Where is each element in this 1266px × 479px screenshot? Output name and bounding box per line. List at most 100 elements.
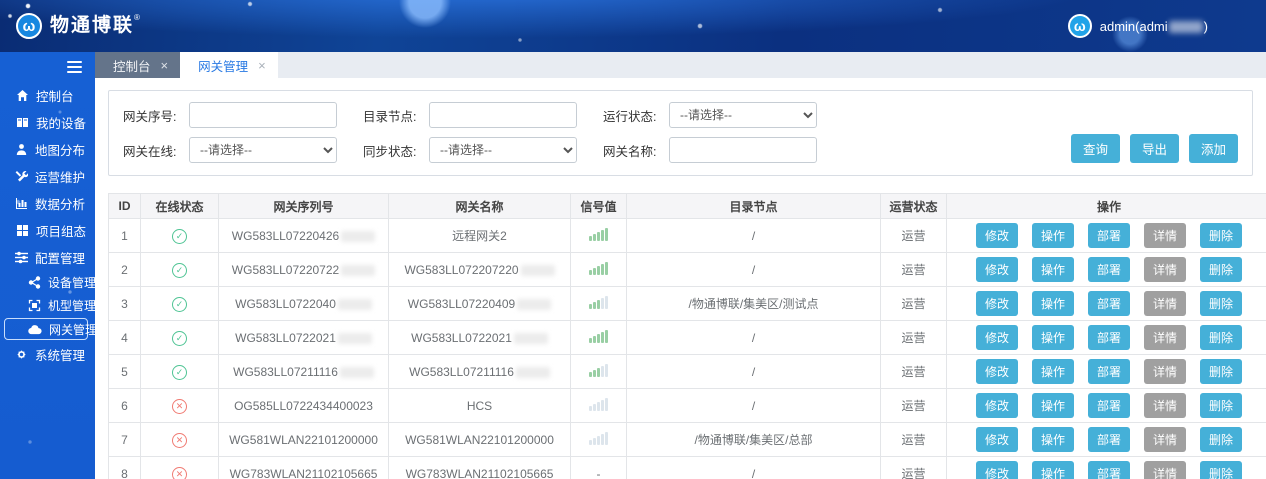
delete-button[interactable]: 删除 — [1200, 325, 1242, 350]
detail-button[interactable]: 详情 — [1144, 223, 1186, 248]
close-icon[interactable]: × — [258, 59, 266, 72]
sidebar-item-project[interactable]: 项目组态 — [0, 217, 95, 244]
deploy-button[interactable]: 部署 — [1088, 461, 1130, 479]
delete-button[interactable]: 删除 — [1200, 393, 1242, 418]
sidebar-item-config[interactable]: 配置管理‹ — [0, 244, 95, 271]
sliders-icon — [15, 251, 28, 264]
sidebar-item-my-devices[interactable]: 我的设备 — [0, 109, 95, 136]
button-export[interactable]: 导出 — [1130, 134, 1179, 163]
cell-name: WG583LL07220409 — [389, 287, 571, 321]
button-add[interactable]: 添加 — [1189, 134, 1238, 163]
sidebar-item-label: 网关管理 — [49, 321, 97, 338]
cell-operation-status: 运营 — [881, 287, 947, 321]
sidebar-item-console[interactable]: 控制台 — [0, 82, 95, 109]
button-query[interactable]: 查询 — [1071, 134, 1120, 163]
cell-id: 1 — [109, 219, 141, 253]
table-row: 6✕OG585LL0722434400023HCS/运营修改操作部署详情删除 — [109, 389, 1266, 423]
redacted-text — [341, 265, 375, 276]
model-box-icon — [28, 299, 41, 312]
brand-title: 物通博联 — [50, 15, 134, 36]
delete-button[interactable]: 删除 — [1200, 223, 1242, 248]
select-run-status[interactable]: --请选择-- — [669, 102, 817, 128]
operate-button[interactable]: 操作 — [1032, 223, 1074, 248]
cell-actions: 修改操作部署详情删除 — [947, 423, 1266, 457]
operate-button[interactable]: 操作 — [1032, 291, 1074, 316]
chevron-left-icon: ‹ — [95, 143, 99, 156]
detail-button[interactable]: 详情 — [1144, 291, 1186, 316]
edit-button[interactable]: 修改 — [976, 257, 1018, 282]
input-gateway-name[interactable] — [669, 137, 817, 163]
sidebar-item-system[interactable]: 系统管理‹ — [0, 341, 95, 368]
delete-button[interactable]: 删除 — [1200, 291, 1242, 316]
signal-icon — [589, 398, 608, 411]
operate-button[interactable]: 操作 — [1032, 461, 1074, 479]
main-layout: 控制台我的设备地图分布‹运营维护‹数据分析‹项目组态配置管理‹设备管理机型管理网… — [0, 52, 1266, 479]
edit-button[interactable]: 修改 — [976, 291, 1018, 316]
cell-id: 8 — [109, 457, 141, 479]
table-row: 1✓WG583LL07220426远程网关2/运营修改操作部署详情删除 — [109, 219, 1266, 253]
operate-button[interactable]: 操作 — [1032, 393, 1074, 418]
cell-actions: 修改操作部署详情删除 — [947, 457, 1266, 479]
sidebar-item-maintenance[interactable]: 运营维护‹ — [0, 163, 95, 190]
table-row: 8✕WG783WLAN21102105665WG783WLAN211021056… — [109, 457, 1266, 479]
deploy-button[interactable]: 部署 — [1088, 427, 1130, 452]
deploy-button[interactable]: 部署 — [1088, 291, 1130, 316]
operate-button[interactable]: 操作 — [1032, 325, 1074, 350]
sidebar-item-gateway-mgmt[interactable]: 网关管理 — [4, 318, 88, 340]
sidebar-item-map[interactable]: 地图分布‹ — [0, 136, 95, 163]
input-gateway-serial[interactable] — [189, 102, 337, 128]
serial-text: WG583LL07211116 — [233, 365, 338, 379]
tab-label: 控制台 — [113, 56, 151, 75]
signal-icon — [589, 262, 608, 275]
menu-toggle-icon[interactable] — [0, 52, 95, 82]
delete-button[interactable]: 删除 — [1200, 427, 1242, 452]
detail-button[interactable]: 详情 — [1144, 359, 1186, 384]
sidebar-item-device-mgmt[interactable]: 设备管理 — [0, 271, 95, 294]
close-icon[interactable]: × — [161, 59, 169, 72]
edit-button[interactable]: 修改 — [976, 359, 1018, 384]
cell-actions: 修改操作部署详情删除 — [947, 219, 1266, 253]
detail-button[interactable]: 详情 — [1144, 257, 1186, 282]
sidebar-item-model-mgmt[interactable]: 机型管理 — [0, 294, 95, 317]
offline-cross-icon: ✕ — [172, 467, 187, 479]
edit-button[interactable]: 修改 — [976, 393, 1018, 418]
input-dir-node[interactable] — [429, 102, 577, 128]
tab-gateway[interactable]: 网关管理× — [180, 52, 278, 78]
operate-button[interactable]: 操作 — [1032, 359, 1074, 384]
edit-button[interactable]: 修改 — [976, 461, 1018, 479]
delete-button[interactable]: 删除 — [1200, 461, 1242, 479]
deploy-button[interactable]: 部署 — [1088, 223, 1130, 248]
redacted-text — [516, 367, 550, 378]
select-sync-status[interactable]: --请选择-- — [429, 137, 577, 163]
cell-name: WG783WLAN21102105665 — [389, 457, 571, 479]
detail-button[interactable]: 详情 — [1144, 427, 1186, 452]
edit-button[interactable]: 修改 — [976, 223, 1018, 248]
cell-signal — [571, 355, 627, 389]
cell-node: /物通博联/集美区/总部 — [627, 423, 881, 457]
detail-button[interactable]: 详情 — [1144, 461, 1186, 479]
cell-actions: 修改操作部署详情删除 — [947, 321, 1266, 355]
operate-button[interactable]: 操作 — [1032, 427, 1074, 452]
operate-button[interactable]: 操作 — [1032, 257, 1074, 282]
deploy-button[interactable]: 部署 — [1088, 257, 1130, 282]
delete-button[interactable]: 删除 — [1200, 359, 1242, 384]
delete-button[interactable]: 删除 — [1200, 257, 1242, 282]
cell-actions: 修改操作部署详情删除 — [947, 355, 1266, 389]
detail-button[interactable]: 详情 — [1144, 325, 1186, 350]
deploy-button[interactable]: 部署 — [1088, 359, 1130, 384]
cell-name: 远程网关2 — [389, 219, 571, 253]
field-label: 网关序号: — [123, 106, 181, 125]
column-header: 信号值 — [571, 194, 627, 219]
sidebar-item-analysis[interactable]: 数据分析‹ — [0, 190, 95, 217]
deploy-button[interactable]: 部署 — [1088, 325, 1130, 350]
field-label: 网关名称: — [603, 141, 661, 160]
detail-button[interactable]: 详情 — [1144, 393, 1186, 418]
edit-button[interactable]: 修改 — [976, 427, 1018, 452]
tab-console[interactable]: 控制台 × — [95, 52, 180, 78]
cell-online-status: ✓ — [141, 219, 219, 253]
select-gateway-online[interactable]: --请选择-- — [189, 137, 337, 163]
deploy-button[interactable]: 部署 — [1088, 393, 1130, 418]
edit-button[interactable]: 修改 — [976, 325, 1018, 350]
cell-node: / — [627, 321, 881, 355]
user-menu[interactable]: ω admin(admi) — [1068, 14, 1266, 38]
